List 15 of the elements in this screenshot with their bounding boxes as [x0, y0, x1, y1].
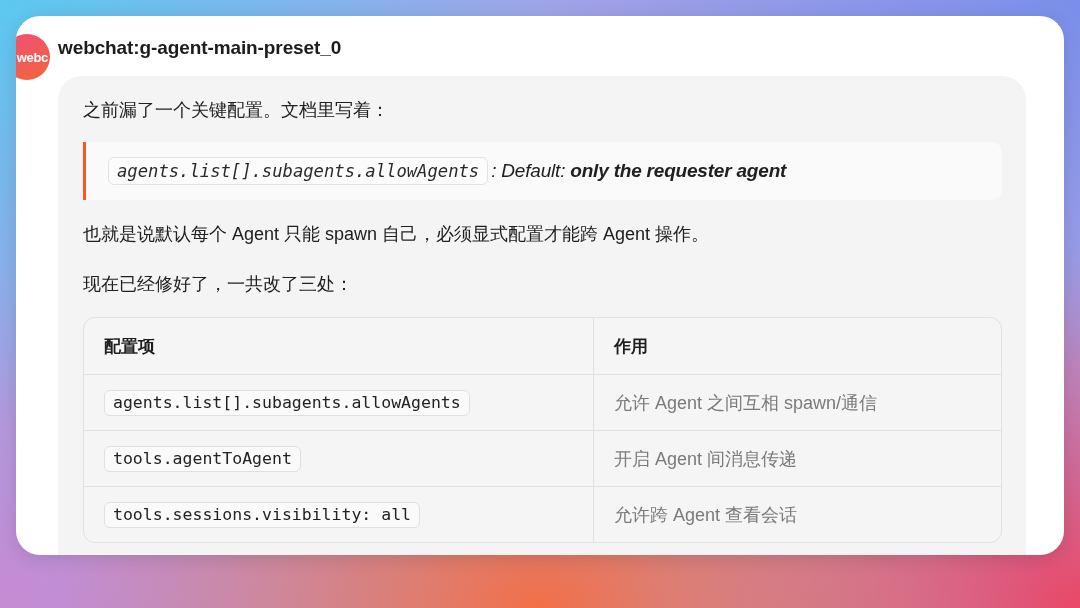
sender-avatar: webc: [16, 34, 50, 80]
inline-code: tools.agentToAgent: [104, 445, 301, 472]
table-header-cell-text: 配置项: [103, 335, 156, 358]
sender-name: webchat:g-agent-main-preset_0: [58, 36, 343, 60]
message-text: 也就是说默认每个 Agent 只能 spawn 自己，必须显式配置才能跨 Agent 操作。: [83, 223, 710, 246]
table-cell: 允许 Agent 之间互相 spawn/通信: [593, 374, 1001, 430]
message-text: 现在已经修好了，一共改了三处：: [83, 273, 353, 296]
table-cell: 开启 Agent 间消息传递: [593, 430, 1001, 486]
quote-text: : Default: only the requester agent: [491, 159, 787, 183]
table-cell: 允许跨 Agent 查看会话: [593, 486, 1001, 542]
inline-code: tools.sessions.visibility: all: [104, 501, 420, 528]
inline-code: agents.list[].subagents.allowAgents: [108, 157, 489, 185]
message-text: 之前漏了一个关键配置。文档里写着：: [83, 99, 389, 122]
inline-code: agents.list[].subagents.allowAgents: [104, 389, 470, 416]
table-header-cell: 作用: [593, 318, 1001, 374]
